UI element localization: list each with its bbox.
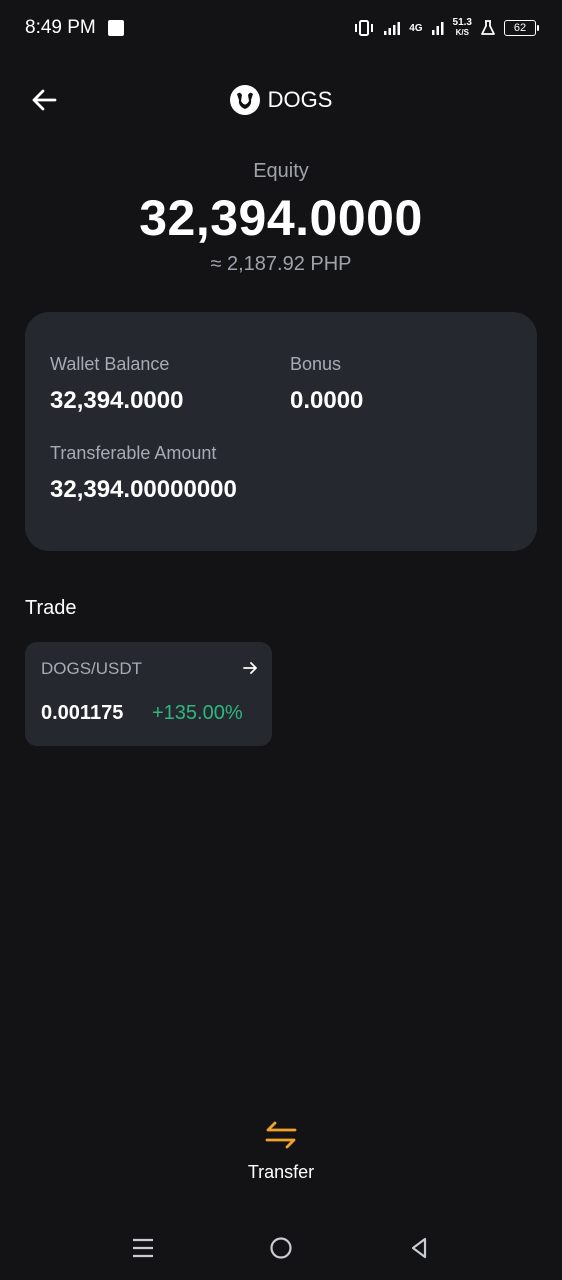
system-back-button[interactable] (404, 1233, 434, 1263)
bonus: Bonus 0.0000 (290, 354, 363, 415)
status-right: 4G 51.3 K/S 62 (353, 18, 539, 38)
bonus-value: 0.0000 (290, 387, 364, 414)
net-speed: 51.3 K/S (453, 18, 472, 38)
pair-change: +135.00% (152, 702, 243, 724)
status-left: 8:49 PM (25, 17, 124, 39)
arrow-right-icon (243, 662, 257, 674)
dog-logo-icon (229, 85, 260, 115)
trade-section-title: Trade (25, 597, 77, 619)
battery-level: 62 (513, 22, 527, 34)
transferable-label: Transferable Amount (50, 443, 217, 463)
back-triangle-icon (411, 1237, 427, 1258)
status-bar: 8:49 PM 4G 51.3 K/S 62 (0, 0, 562, 56)
arrow-left-icon (32, 89, 57, 111)
pair-name: DOGS/USDT (41, 659, 143, 678)
transferable-value: 32,394.00000000 (50, 476, 237, 503)
transfer-button[interactable]: Transfer (231, 1120, 331, 1200)
bonus-label: Bonus (290, 354, 342, 374)
flask-icon (481, 20, 495, 35)
page-title: DOGS (267, 87, 333, 112)
transfer-label: Transfer (247, 1162, 315, 1182)
net-speed-value: 51.3 (452, 17, 472, 28)
equity-section: Equity 32,394.0000 ≈ 2,187.92 PHP (0, 160, 562, 276)
net-speed-unit: K/S (455, 28, 469, 37)
status-time: 8:49 PM (25, 17, 96, 38)
coin-title: DOGS (229, 85, 333, 115)
home-button[interactable] (266, 1233, 296, 1263)
transfer-arrows-icon (265, 1121, 297, 1149)
signal-icon (384, 22, 401, 35)
home-circle-icon (270, 1236, 292, 1259)
signal-icon-2 (431, 22, 444, 35)
notification-icon (107, 20, 124, 36)
equity-value: 32,394.0000 (139, 190, 423, 246)
network-type: 4G (409, 22, 423, 34)
wallet-balance-label: Wallet Balance (50, 354, 170, 374)
back-button[interactable] (28, 84, 60, 116)
recent-apps-button[interactable] (128, 1233, 158, 1263)
pair-price: 0.001175 (41, 702, 124, 724)
transferable-amount: Transferable Amount 32,394.00000000 (50, 443, 237, 504)
system-nav-bar (0, 1215, 562, 1280)
vibrate-icon (355, 20, 374, 36)
equity-fiat-value: ≈ 2,187.92 PHP (210, 253, 352, 275)
wallet-balance-value: 32,394.0000 (50, 387, 184, 414)
equity-label: Equity (253, 160, 309, 182)
trade-pair-card[interactable]: DOGS/USDT 0.001175 +135.00% (25, 642, 272, 746)
header: DOGS (0, 72, 562, 128)
wallet-balance: Wallet Balance 32,394.0000 (50, 354, 183, 415)
balance-card: Wallet Balance 32,394.0000 Bonus 0.0000 … (25, 312, 537, 551)
battery-icon: 62 (504, 20, 539, 36)
menu-icon (133, 1238, 153, 1257)
